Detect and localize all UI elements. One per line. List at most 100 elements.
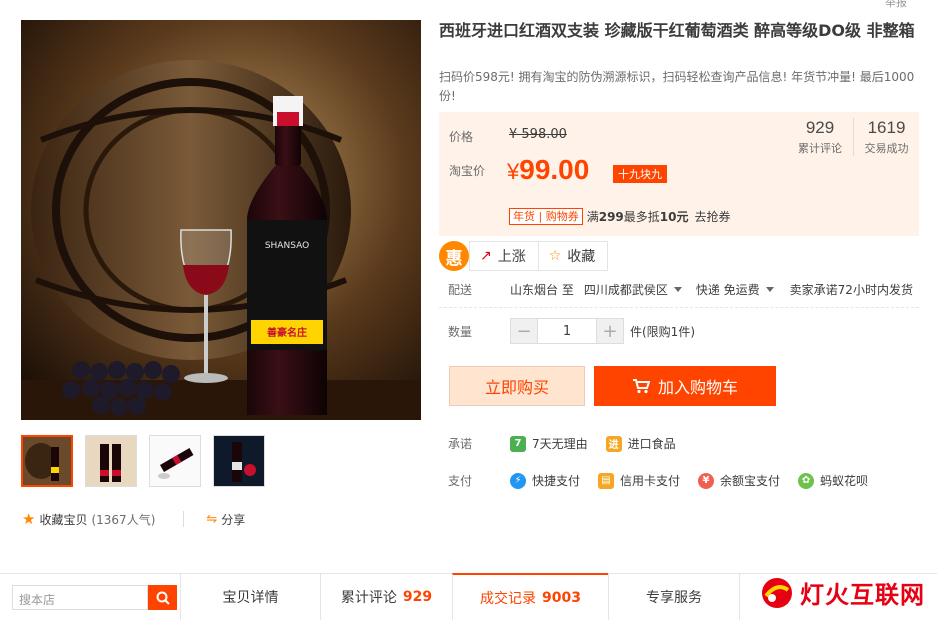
shipping-select[interactable]: 快递 免运费 [696,281,774,298]
shop-search-input[interactable]: 搜本店 [12,585,148,610]
destination-select[interactable]: 四川成都武侯区 [584,281,682,298]
shipping-value: 快递 免运费 [695,283,760,297]
promise-row: 承诺 7 7天无理由 进 进口食品 [448,435,694,452]
quantity-minus-button[interactable]: − [511,319,537,343]
quantity-limit: 件(限购1件) [630,324,695,339]
thumbnail-1[interactable] [21,435,73,487]
quantity-row: 数量 − 1 + 件(限购1件) [448,318,695,344]
promise-label: 承诺 [448,437,473,451]
orig-price: ¥ 598.00 [509,127,567,142]
import-food-icon: 进 [605,435,622,452]
wine-photo: SHANSAO 善豪名庄 [21,20,421,420]
destination-value: 四川成都武侯区 [583,283,668,297]
coupon-text: 满299最多抵10元 [587,208,689,225]
product-title: 西班牙进口红酒双支装 珍藏版干红葡萄酒类 醉高等级DO级 非整箱 [439,21,915,40]
tab-label: 宝贝详情 [222,590,279,606]
social-bar: 惠 ↗ 上涨 ☆ 收藏 [439,241,609,271]
star-icon[interactable]: ★ [22,510,35,528]
reviews-label: 累计评论 [798,142,842,155]
tab-item-details[interactable]: 宝贝详情 [180,574,320,620]
fav-product-link[interactable]: 收藏宝贝 [39,511,87,528]
share-link[interactable]: 分享 [221,511,245,528]
sales-stats: 929 累计评论 1619 交易成功 [787,118,919,156]
payment-item-label: 余额宝支付 [720,474,781,488]
promise-item-7day[interactable]: 7 7天无理由 [510,435,588,452]
tab-label: 累计评论 [340,590,397,606]
chevron-down-icon [673,287,682,292]
promo-price-label: 淘宝价 [449,164,486,178]
price-panel: 价格 ¥ 598.00 淘宝价 ¥99.00 十九块九 929 累计评论 161… [439,112,919,236]
coupon-prefix: 满 [586,210,599,224]
price-rise-button[interactable]: ↗ 上涨 [469,241,539,271]
payment-item-label: 蚂蚁花呗 [820,474,869,488]
seven-day-icon: 7 [510,435,526,452]
sales-stat[interactable]: 1619 交易成功 [853,118,919,156]
promise-item-import[interactable]: 进 进口食品 [605,435,676,452]
tab-reviews[interactable]: 累计评论 929 [320,574,452,620]
search-button[interactable] [148,585,177,610]
orig-price-label: 价格 [449,130,474,144]
promise-item-label: 进口食品 [627,437,676,451]
sales-count: 1619 [867,118,906,137]
share-icon[interactable]: ⇋ [206,512,217,527]
thumbnail-strip [21,435,265,487]
quantity-label: 数量 [448,324,473,339]
watermark: 灯火互联网 [760,575,925,610]
tab-transactions[interactable]: 成交记录 9003 [452,573,608,620]
quantity-plus-button[interactable]: + [597,319,623,343]
star-outline-icon: ☆ [548,248,562,264]
payment-row: 支付 ⚡ 快捷支付 ▤ 信用卡支付 ¥ 余额宝支付 ✿ 蚂蚁花呗 [448,472,886,489]
search-icon [156,591,170,605]
yuebao-icon: ¥ [698,472,715,489]
promo-price: ¥99.00 [507,154,589,186]
sales-label: 交易成功 [864,142,909,155]
thumbnail-4[interactable] [213,435,265,487]
delivery-row: 配送 山东烟台 至 四川成都武侯区 快递 免运费 卖家承诺72小时内发货 [448,281,913,298]
coupon-row: 年货 | 购物券 满299最多抵10元 去抢券 [509,208,731,225]
payment-item-label: 快捷支付 [532,474,581,488]
favorite-label: 收藏 [567,249,596,265]
tab-label: 成交记录 [480,590,537,607]
gallery-actions: ★ 收藏宝贝 (1367人气) ⇋ 分享 [22,510,245,528]
payment-item-huabei[interactable]: ✿ 蚂蚁花呗 [798,472,868,489]
payment-item-credit[interactable]: ▤ 信用卡支付 [598,472,680,489]
payment-item-label: 信用卡支付 [620,474,681,488]
delivery-label: 配送 [448,283,473,297]
delivery-promise: 卖家承诺72小时内发货 [789,283,913,297]
get-coupon-link[interactable]: 去抢券 [695,208,731,225]
divider [183,511,185,527]
add-cart-label: 加入购物车 [657,378,738,397]
chevron-down-icon [765,287,774,292]
coupon-badge: 年货 | 购物券 [509,208,583,225]
hui-logo-icon: 惠 [439,241,469,271]
divider [439,307,919,308]
watermark-logo-icon [762,577,792,608]
thumbnail-2[interactable] [85,435,137,487]
svg-text:善豪名庄: 善豪名庄 [267,326,307,339]
product-subtitle: 扫码价598元! 拥有淘宝的防伪溯源标识，扫码轻松查询产品信息! 年货节冲量! … [439,70,915,103]
report-link[interactable]: 举报 [885,0,907,10]
favorite-button[interactable]: ☆ 收藏 [538,241,609,271]
quantity-input[interactable]: 1 [537,319,597,343]
reviews-count: 929 [805,118,835,137]
watermark-text: 灯火互联网 [800,581,925,609]
trend-up-icon: ↗ [480,248,492,264]
promise-item-label: 7天无理由 [532,437,588,451]
reviews-stat[interactable]: 929 累计评论 [787,118,853,156]
tab-services[interactable]: 专享服务 [608,574,740,620]
buy-now-button[interactable]: 立即购买 [449,366,585,406]
credit-card-icon: ▤ [598,472,615,489]
add-to-cart-button[interactable]: 加入购物车 [594,366,776,406]
currency-symbol: ¥ [507,159,520,184]
svg-text:SHANSAO: SHANSAO [265,241,309,251]
tab-count: 9003 [542,589,581,606]
promo-price-value: 99.00 [519,154,590,185]
tab-count: 929 [402,589,433,605]
main-product-image[interactable]: SHANSAO 善豪名庄 [21,20,421,420]
tab-label: 专享服务 [646,590,702,606]
price-rise-label: 上涨 [497,249,526,265]
payment-item-yuebao[interactable]: ¥ 余额宝支付 [698,472,780,489]
cart-icon [632,379,650,394]
payment-item-quick[interactable]: ⚡ 快捷支付 [510,472,580,489]
thumbnail-3[interactable] [149,435,201,487]
